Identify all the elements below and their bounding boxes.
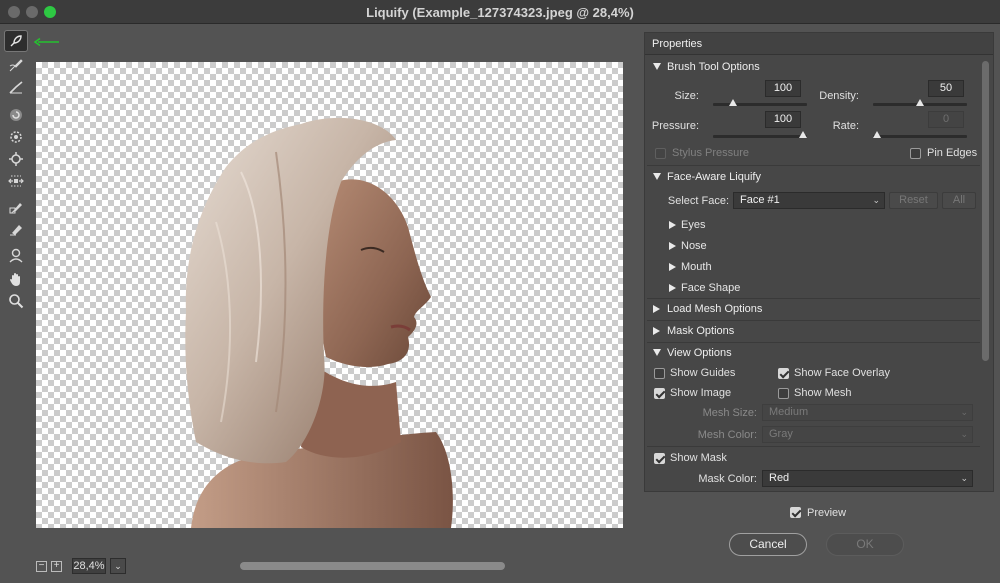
chevron-right-icon — [669, 221, 676, 229]
smooth-icon[interactable] — [4, 76, 28, 98]
properties-title: Properties — [645, 33, 993, 55]
divider — [647, 446, 980, 447]
chevron-down-icon: ⌄ — [872, 195, 880, 205]
chevron-right-icon — [653, 305, 660, 313]
pressure-input[interactable]: 100 — [765, 111, 801, 128]
zoom-icon[interactable] — [4, 290, 28, 312]
cancel-button[interactable]: Cancel — [729, 533, 807, 556]
show-guides-checkbox[interactable] — [654, 368, 665, 379]
size-slider[interactable] — [713, 103, 807, 106]
stylus-pressure-checkbox[interactable] — [655, 148, 666, 159]
push-left-icon[interactable] — [4, 170, 28, 192]
zoom-dropdown-button[interactable]: ⌄ — [110, 558, 126, 574]
show-image-label: Show Image — [670, 387, 732, 399]
chevron-right-icon — [669, 242, 676, 250]
arrow-left-icon — [34, 37, 59, 47]
preview-checkbox[interactable] — [790, 507, 801, 518]
reset-button[interactable]: Reset — [889, 192, 938, 209]
chevron-down-icon — [653, 349, 661, 356]
pressure-slider-thumb[interactable] — [799, 131, 807, 138]
window-title: Liquify (Example_127374323.jpeg @ 28,4%) — [366, 5, 634, 20]
mesh-size-dropdown[interactable]: Medium ⌄ — [762, 404, 973, 421]
show-face-overlay-checkbox[interactable] — [778, 368, 789, 379]
face-aware-liquify-header[interactable]: Face-Aware Liquify — [645, 167, 980, 187]
chevron-right-icon — [653, 327, 660, 335]
eyes-subsection[interactable]: Eyes — [667, 219, 705, 231]
size-slider-thumb[interactable] — [729, 99, 737, 106]
divider — [647, 165, 980, 166]
brush-tool-options-header[interactable]: Brush Tool Options — [645, 57, 980, 77]
zoom-controls: − + 28,4% ⌄ — [36, 556, 126, 576]
face-shape-subsection[interactable]: Face Shape — [667, 282, 740, 294]
bloat-icon[interactable] — [4, 148, 28, 170]
select-face-dropdown[interactable]: Face #1 ⌄ — [733, 192, 885, 209]
properties-panel: Properties Brush Tool Options Size: 100 … — [644, 32, 994, 492]
size-label: Size: — [674, 90, 699, 102]
show-mask-label: Show Mask — [670, 452, 727, 464]
reconstruct-icon[interactable] — [4, 54, 28, 76]
mesh-size-label: Mesh Size: — [702, 407, 757, 419]
preview-label: Preview — [807, 507, 847, 519]
chevron-right-icon — [669, 284, 676, 292]
pin-edges-checkbox[interactable] — [910, 148, 921, 159]
mask-color-dropdown[interactable]: Red ⌄ — [762, 470, 973, 487]
vertical-scrollbar[interactable] — [982, 61, 989, 361]
thaw-mask-icon[interactable] — [4, 218, 28, 240]
show-image-checkbox[interactable] — [654, 388, 665, 399]
rate-input[interactable]: 0 — [928, 111, 964, 128]
image-canvas[interactable] — [36, 62, 623, 528]
show-guides-label: Show Guides — [670, 367, 736, 379]
density-slider-thumb[interactable] — [916, 99, 924, 106]
pucker-icon[interactable] — [4, 126, 28, 148]
nose-subsection[interactable]: Nose — [667, 240, 707, 252]
pressure-label: Pressure: — [651, 120, 699, 132]
mouth-subsection[interactable]: Mouth — [667, 261, 712, 273]
chevron-down-icon: ⌄ — [960, 407, 968, 417]
freeze-mask-icon[interactable] — [4, 196, 28, 218]
mesh-color-dropdown[interactable]: Gray ⌄ — [762, 426, 973, 443]
chevron-down-icon: ⌄ — [960, 473, 968, 483]
pin-edges-label: Pin Edges — [927, 147, 978, 159]
view-options-header[interactable]: View Options — [645, 343, 980, 363]
chevron-down-icon — [653, 173, 661, 180]
portrait-image — [185, 117, 453, 528]
rate-label: Rate: — [832, 120, 859, 132]
rate-slider-thumb[interactable] — [873, 131, 881, 138]
select-face-label: Select Face: — [667, 195, 729, 207]
face-tool-icon[interactable] — [4, 244, 28, 266]
stylus-pressure-label: Stylus Pressure — [672, 147, 750, 159]
mask-options-header[interactable]: Mask Options — [645, 321, 980, 341]
zoom-level-field[interactable]: 28,4% — [72, 558, 106, 574]
chevron-right-icon — [669, 263, 676, 271]
density-label: Density: — [819, 90, 859, 102]
show-mesh-label: Show Mesh — [794, 387, 852, 399]
chevron-down-icon — [653, 63, 661, 70]
horizontal-scrollbar[interactable] — [240, 562, 505, 570]
title-bar: Liquify (Example_127374323.jpeg @ 28,4%) — [0, 0, 1000, 24]
all-button[interactable]: All — [942, 192, 976, 209]
mesh-color-label: Mesh Color: — [697, 429, 757, 441]
zoom-out-button[interactable]: − — [36, 560, 47, 572]
hand-icon[interactable] — [4, 268, 28, 290]
show-face-overlay-label: Show Face Overlay — [794, 367, 890, 379]
mask-color-label: Mask Color: — [698, 473, 757, 485]
zoom-in-button[interactable]: + — [51, 560, 62, 572]
forward-warp-icon[interactable] — [4, 30, 28, 52]
density-input[interactable]: 50 — [928, 80, 964, 97]
rate-slider[interactable] — [873, 135, 967, 138]
show-mesh-checkbox[interactable] — [778, 388, 789, 399]
chevron-down-icon: ⌄ — [960, 429, 968, 439]
show-mask-checkbox[interactable] — [654, 453, 665, 464]
pressure-slider[interactable] — [713, 135, 807, 138]
tool-bar — [0, 24, 32, 583]
size-input[interactable]: 100 — [765, 80, 801, 97]
load-mesh-options-header[interactable]: Load Mesh Options — [645, 299, 980, 319]
ok-button[interactable]: OK — [826, 533, 904, 556]
twirl-icon[interactable] — [4, 104, 28, 126]
